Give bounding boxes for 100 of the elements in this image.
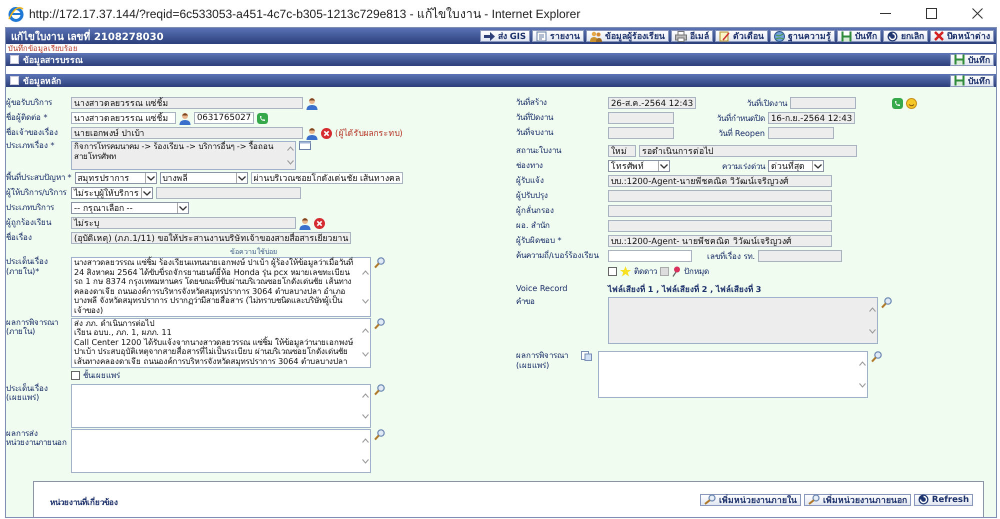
text-field[interactable]: บบ.:1200-Agent- นายพีชคณิต วิวัฒน์เจริญวงศ์: [608, 235, 832, 247]
person-icon[interactable]: [179, 112, 191, 124]
field-label: ผู้ขอรับบริการ: [6, 98, 53, 108]
search-icon[interactable]: [374, 384, 385, 396]
star-icon: [620, 266, 631, 276]
scroll-down-icon[interactable]: [362, 458, 368, 464]
scroll-down-icon[interactable]: [858, 383, 866, 388]
text-field[interactable]: [758, 250, 842, 262]
text-field[interactable]: 0631765027: [194, 112, 254, 124]
toolbar-button[interactable]: ปิดหน้าต่าง: [930, 30, 994, 42]
text-field[interactable]: 26-ส.ค.-2564 12:43: [608, 97, 696, 109]
toolbar-button[interactable]: ยกเลิก: [883, 30, 928, 42]
checkbox[interactable]: [71, 371, 80, 380]
text-field[interactable]: [156, 187, 301, 199]
caret-icon: [179, 206, 187, 210]
text-field[interactable]: ใหม่: [608, 145, 636, 157]
panel-button[interactable]: Refresh: [914, 494, 973, 506]
scroll-down-icon[interactable]: [362, 352, 368, 358]
search-icon[interactable]: [374, 257, 385, 269]
person-icon[interactable]: [306, 96, 318, 110]
save-button[interactable]: บันทึก: [950, 54, 994, 66]
page-title: แก้ไขใบงาน เลขที่ 2108278030: [11, 28, 165, 44]
document-icon[interactable]: [581, 351, 592, 361]
dropdown[interactable]: -- กรุณาเลือก --: [71, 202, 189, 214]
scroll-up-icon[interactable]: [362, 270, 368, 275]
text-field[interactable]: รอดำเนินการต่อไป: [639, 145, 857, 157]
text-area[interactable]: [598, 351, 868, 398]
scroll-down-icon[interactable]: [362, 414, 368, 419]
dropdown[interactable]: ด่วนที่สุด: [768, 160, 824, 172]
field-label: ผลการส่ง หน่วยงานภายนอก: [6, 428, 68, 448]
text-area[interactable]: [71, 428, 371, 473]
text-field[interactable]: [608, 190, 832, 202]
field-label: วันที่ปิดงาน: [516, 113, 554, 123]
text-area[interactable]: ส่ง ภภ. ดำเนินการต่อไป เรียน อบบ., ภภ. 1, ผภภ. 11 Call Center 1200 ได้รับแจ้งจากนางสาวดลยวรรณ แซ่ชิ้ม ให้ข้อมูลว่านายเอกพงษ์ ปาเบ้า ประสบอุบัติเหตุจากสายสื่อสารที่ไม่เป็นระเบียบ ผ่านบริเวณซอยโกดังเด่นชัย เส้นทางคลองดาเจีย ถนนองค์การบริหารจังหวัดสมุทรปราการ 3064 ตำบลบางปลา: [71, 318, 371, 368]
toolbar-button[interactable]: ส่ง GIS: [480, 30, 530, 42]
phone-icon[interactable]: [892, 98, 904, 108]
scroll-up-icon[interactable]: [362, 438, 368, 443]
panel-button[interactable]: เพิ่มหน่วยงานภายนอก: [804, 494, 911, 506]
scroll-up-icon[interactable]: [362, 328, 368, 334]
text-field[interactable]: [608, 205, 832, 217]
text-field[interactable]: [768, 127, 834, 139]
toolbar-button[interactable]: บันทึก: [837, 30, 881, 42]
text-field[interactable]: [608, 220, 832, 232]
clear-icon[interactable]: [321, 128, 332, 138]
search-icon[interactable]: [374, 318, 385, 330]
dropdown[interactable]: โทรศัพท์: [608, 160, 670, 172]
pushpin-icon: [672, 266, 681, 276]
text-field[interactable]: [608, 127, 674, 139]
text-field[interactable]: นางสาวดลยวรรณ แซ่ชิ้ม: [71, 97, 303, 109]
note-text: (ผู้ได้รับผลกระทบ): [335, 127, 403, 140]
toolbar-button[interactable]: ข้อมูลผู้ร้องเรียน: [586, 30, 669, 42]
scroll-down-icon[interactable]: [286, 160, 294, 165]
scroll-up-icon[interactable]: [858, 360, 866, 366]
panel-button[interactable]: เพิ่มหน่วยงานภายใน: [700, 494, 801, 506]
text-field[interactable]: (อุบัติเหตุ) (ภภ.1/11) ขอให้ประสานงานบริษัทเจ้าของสายสื่อสารเยียวยาน: [71, 232, 352, 244]
save-icon: [954, 54, 965, 65]
text-area[interactable]: นางสาวดลยวรรณ แซ่ชิ้ม ร้องเรียนแทนนายเอกพงษ์ ปาเบ้า ผู้ร้องให้ข้อมูลว่าเมื่อวันที่ 24 สิงหาคม 2564 ได้ขับขี่รถจักรยานยนต์ยี่ห้อ Honda รุ่น pcx หมายเลขทะเบียนรถ 1 กษ 8374 กรุงเทพมหานคร โดยขณะที่ขับผ่านบริเวณซอยโกดังเด่นชัย เส้นทางคลองดาเจีย ถนนองค์การบริหารจังหวัดสมุทรปราการ 3064 ตำบลบางปลา อำเภอบางพลี จังหวัดสมุทรปราการ ปรากฏว่ามีสายสื่อสาร (ไม่ทราบชนิดและบริษัทผู้เป็นเจ้าของ): [71, 257, 371, 317]
person-icon[interactable]: [306, 126, 318, 140]
toolbar-button[interactable]: ฐานความรู้: [770, 30, 835, 42]
phone-icon[interactable]: [257, 112, 268, 124]
clear-icon[interactable]: [314, 218, 325, 228]
voice-file-links[interactable]: ไฟล์เสียงที่ 1 , ไฟล์เสียงที่ 2 , ไฟล์เสียงที่ 3: [608, 282, 762, 296]
scroll-down-icon[interactable]: [868, 329, 876, 334]
text-field[interactable]: [790, 97, 856, 109]
toolbar-button[interactable]: รายงาน: [532, 30, 584, 42]
scroll-up-icon[interactable]: [868, 306, 876, 312]
search-icon[interactable]: [881, 297, 892, 309]
search-icon[interactable]: [871, 351, 882, 363]
close-icon[interactable]: [972, 8, 982, 19]
text-field[interactable]: 16-ก.ย.-2564 12:43: [768, 112, 856, 124]
minimize-icon[interactable]: [880, 13, 890, 14]
emoji-icon[interactable]: [906, 98, 918, 108]
checkbox-label: ชั้นเผยแพร่: [83, 369, 120, 382]
person-icon[interactable]: [299, 216, 311, 230]
checkbox[interactable]: [608, 266, 617, 276]
text-field[interactable]: นางสาวดลยวรรณ แซ่ชิ้ม: [71, 112, 176, 124]
scroll-down-icon[interactable]: [362, 298, 368, 304]
text-field[interactable]: นายเอกพงษ์ ปาเบ้า: [71, 127, 303, 139]
toolbar-button[interactable]: อีเมล์: [671, 30, 713, 42]
dropdown[interactable]: ไม่ระบุผู้ให้บริการ: [71, 187, 153, 199]
toolbar-button[interactable]: ตัวเตือน: [715, 30, 768, 42]
dropdown[interactable]: บางพลี: [160, 172, 248, 184]
checkbox-label: ปักหมุด: [684, 266, 709, 278]
maximize-icon[interactable]: [926, 8, 936, 19]
collapse-toggle[interactable]: [10, 76, 19, 85]
save-button[interactable]: บันทึก: [950, 74, 994, 86]
text-field[interactable]: ไม่ระบุ: [71, 217, 296, 229]
window-icon[interactable]: [299, 141, 311, 150]
field-label: ผู้รับผิดชอบ *: [516, 236, 563, 246]
scroll-up-icon[interactable]: [362, 392, 368, 398]
text-field[interactable]: บบ.:1200-Agent-นายพีชคณิต วิวัฒน์เจริญวงศ์: [608, 175, 832, 187]
text-area[interactable]: กิจการโทรคมนาคม -> ร้องเรียน -> บริการอื่นๆ -> รื้อถอนสายโทรศัพท: [71, 141, 296, 170]
text-field[interactable]: [608, 112, 674, 124]
collapse-toggle[interactable]: [10, 55, 19, 64]
scroll-up-icon[interactable]: [286, 146, 294, 152]
text-field[interactable]: ผ่านบริเวณซอยโกดังเด่นชัย เส้นทางคล: [250, 172, 404, 184]
text-field[interactable]: [608, 250, 692, 262]
dropdown[interactable]: สมุทรปราการ: [74, 172, 157, 184]
text-area[interactable]: [608, 297, 878, 344]
search-icon[interactable]: [374, 428, 385, 441]
